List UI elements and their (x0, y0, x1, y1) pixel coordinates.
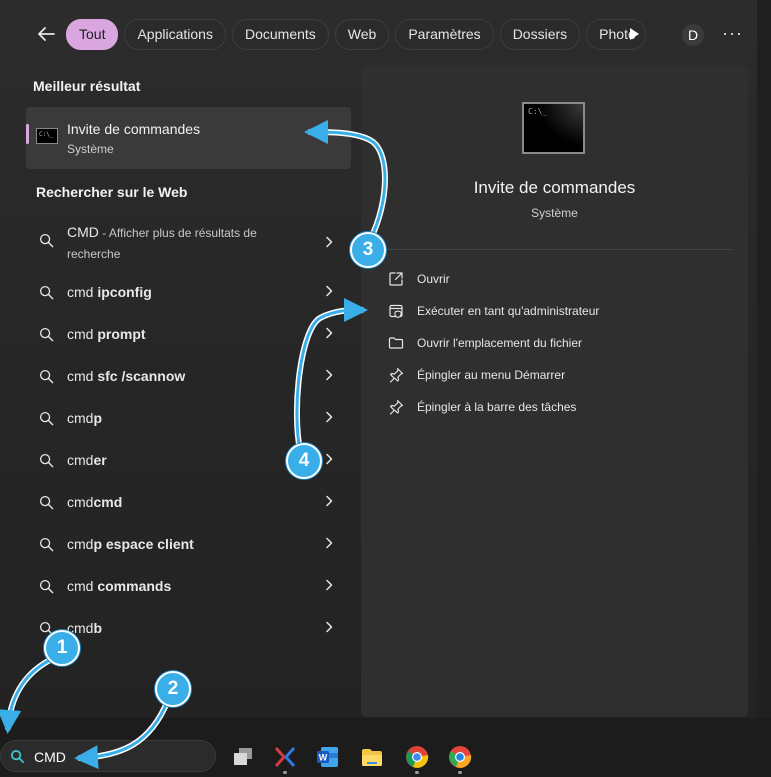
chrome-canary-icon[interactable] (448, 745, 472, 769)
chevron-right-icon[interactable] (325, 369, 333, 381)
callout-badge-4: 4 (286, 443, 322, 479)
chevron-right-icon[interactable] (325, 579, 333, 591)
web-search-label: cmd ipconfig (67, 284, 152, 300)
search-icon (39, 411, 54, 426)
search-icon (39, 453, 54, 468)
taskbar-search-input[interactable]: CMD (0, 740, 216, 772)
running-indicator (415, 771, 419, 774)
web-search-label: CMD - Afficher plus de résultats de rech… (67, 224, 257, 261)
best-match-heading: Meilleur résultat (33, 78, 141, 94)
best-match-item[interactable]: C:\_ Invite de commandes Système (26, 107, 351, 169)
web-search-label: cmdp (67, 410, 103, 426)
web-search-item[interactable]: cmd ipconfig (26, 273, 351, 313)
tab-documents[interactable]: Documents (231, 19, 329, 50)
web-search-item[interactable]: cmdcmd (26, 483, 351, 523)
svg-text:W: W (319, 753, 328, 763)
chevron-right-icon[interactable] (325, 453, 333, 465)
avatar[interactable]: D (682, 24, 704, 46)
callout-badge-3: 3 (350, 232, 386, 268)
search-icon (10, 749, 25, 764)
web-search-label: cmd sfc /scannow (67, 368, 186, 384)
best-match-name: Invite de commandes (67, 121, 201, 137)
web-search-item[interactable]: cmd sfc /scannow (26, 357, 351, 397)
callout-badge-2: 2 (155, 671, 191, 707)
shield-admin-icon (389, 304, 403, 319)
web-search-label: cmdp espace client (67, 536, 194, 552)
tab-applications[interactable]: Applications (124, 19, 226, 50)
tab-parametres[interactable]: Paramètres (395, 19, 494, 50)
callout-badge-1: 1 (44, 630, 80, 666)
preview-icon-prompt: C:\_ (528, 107, 548, 116)
preview-card: C:\_ Invite de commandes Système Ouvrir … (361, 65, 748, 717)
open-external-icon (389, 272, 403, 286)
more-options-icon[interactable]: ··· (722, 24, 743, 42)
cmd-console-icon: C:\_ (522, 102, 585, 154)
selection-indicator (26, 124, 29, 144)
cmd-icon-prompt: C:\_ (39, 131, 54, 138)
chrome-icon[interactable] (405, 745, 429, 769)
web-search-label: cmdcmd (67, 494, 123, 510)
chevron-right-icon[interactable] (325, 285, 333, 297)
web-search-heading: Rechercher sur le Web (36, 184, 188, 200)
preview-subtitle: Système (531, 206, 578, 220)
search-icon (39, 369, 54, 384)
web-search-label: cmd commands (67, 578, 172, 594)
web-search-item[interactable]: CMD - Afficher plus de résultats de rech… (26, 218, 351, 270)
tab-web[interactable]: Web (334, 19, 390, 50)
preview-title: Invite de commandes (473, 178, 636, 197)
action-pin-start-label: Épingler au menu Démarrer (417, 368, 566, 382)
action-open-file-location-label: Ouvrir l'emplacement du fichier (417, 336, 583, 350)
filter-tabs: Tout Applications Documents Web Paramètr… (66, 19, 647, 50)
preview-divider (383, 249, 732, 250)
search-icon (39, 285, 54, 300)
folder-icon (388, 337, 404, 349)
chevron-right-icon[interactable] (325, 621, 333, 633)
search-icon (39, 537, 54, 552)
chevron-right-icon[interactable] (325, 236, 333, 248)
tab-tout[interactable]: Tout (66, 19, 119, 50)
best-match-subtitle: Système (67, 142, 114, 156)
search-icon (39, 579, 54, 594)
action-open-label: Ouvrir (417, 272, 450, 286)
web-search-item[interactable]: cmdp espace client (26, 525, 351, 565)
chevron-right-icon[interactable] (325, 537, 333, 549)
web-search-label: cmd prompt (67, 326, 146, 342)
cmd-console-icon: C:\_ (36, 128, 58, 144)
chevron-right-icon[interactable] (325, 495, 333, 507)
chevron-right-icon[interactable] (325, 411, 333, 423)
visual-studio-icon[interactable] (273, 745, 297, 769)
pin-icon (389, 367, 404, 383)
back-arrow-icon[interactable] (34, 22, 58, 46)
web-search-item[interactable]: cmd commands (26, 567, 351, 607)
web-search-label: cmder (67, 452, 107, 468)
file-explorer-icon[interactable] (360, 745, 384, 769)
search-icon (39, 327, 54, 342)
running-indicator (458, 771, 462, 774)
window-edge (757, 0, 771, 718)
action-pin-taskbar-label: Épingler à la barre des tâches (417, 400, 577, 414)
web-search-item[interactable]: cmd prompt (26, 315, 351, 355)
search-input-value: CMD (34, 749, 66, 765)
chevron-right-icon[interactable] (325, 327, 333, 339)
search-icon (39, 233, 54, 248)
search-icon (39, 495, 54, 510)
action-run-as-admin-label: Exécuter en tant qu'administrateur (417, 304, 600, 318)
task-view-icon[interactable] (231, 745, 255, 769)
pin-icon (389, 399, 404, 415)
tab-dossiers[interactable]: Dossiers (499, 19, 581, 50)
word-icon[interactable]: W (316, 745, 340, 769)
running-indicator (283, 771, 287, 774)
scroll-tabs-play-icon[interactable] (630, 28, 639, 40)
web-search-item[interactable]: cmdp (26, 399, 351, 439)
